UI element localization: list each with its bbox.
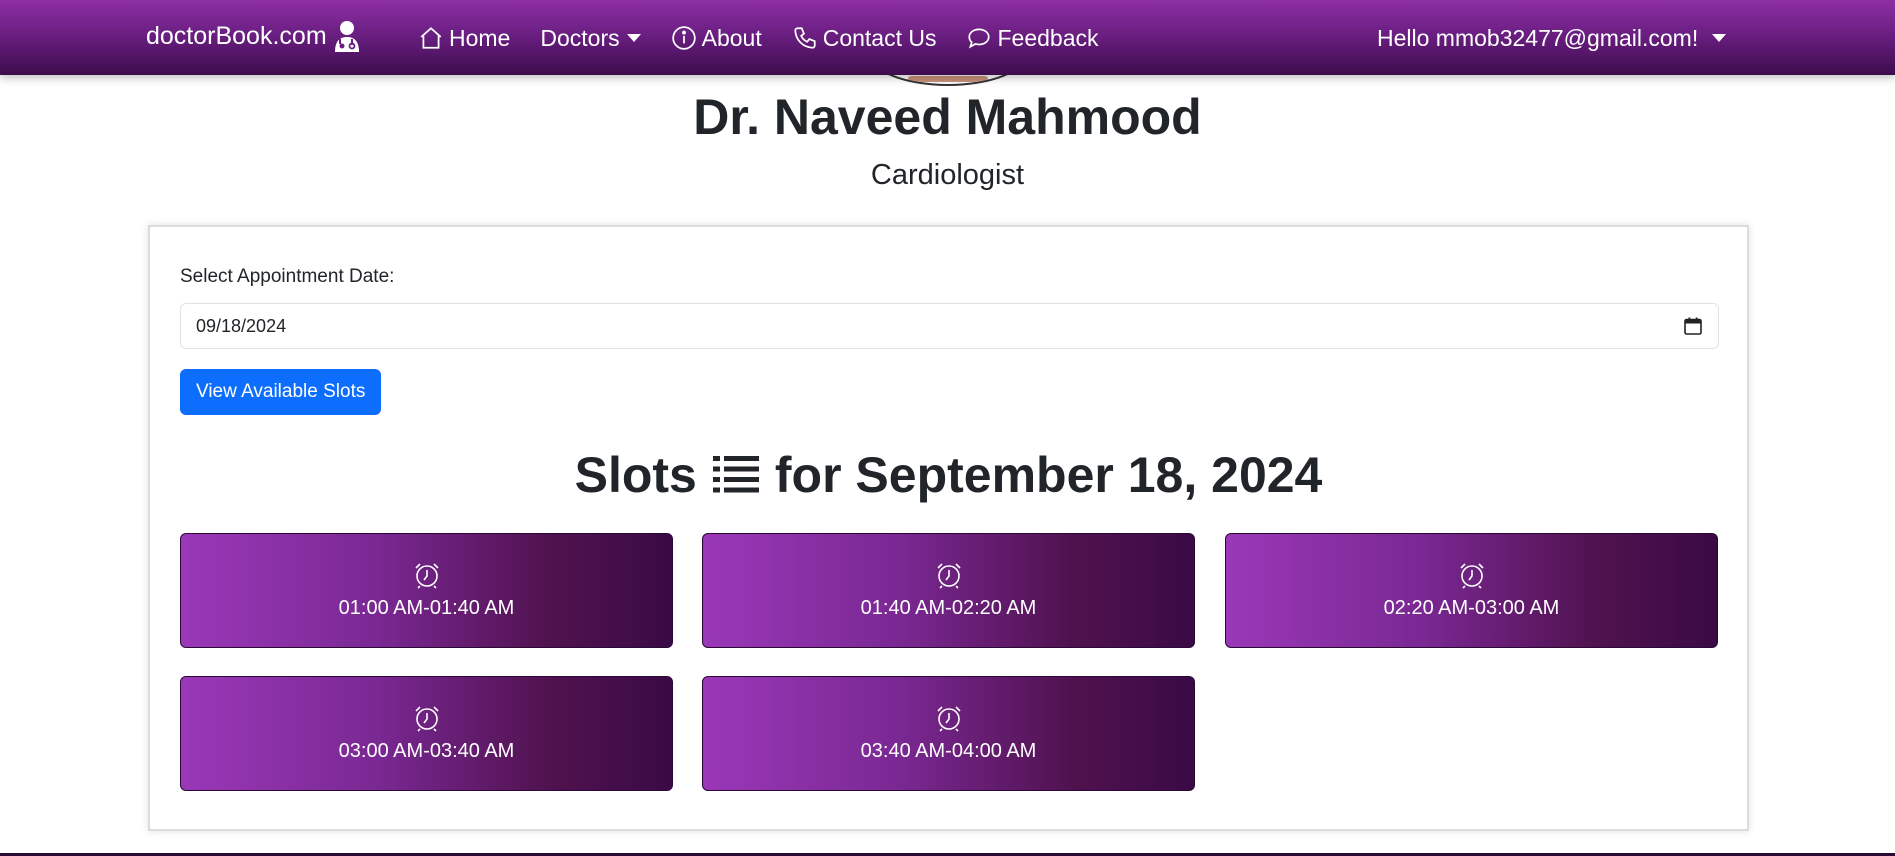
doctor-icon	[334, 21, 359, 52]
nav-doctors-dropdown[interactable]: Doctors	[540, 24, 641, 52]
nav-contact[interactable]: Contact Us	[792, 24, 937, 52]
alarm-clock-icon	[414, 563, 439, 589]
alarm-clock-icon	[414, 706, 439, 732]
doctor-name: Dr. Naveed Mahmood	[693, 89, 1202, 145]
slot-card[interactable]: 01:40 AM-02:20 AM	[702, 533, 1195, 648]
nav-about-label: About	[701, 24, 762, 51]
slot-time: 03:00 AM-03:40 AM	[338, 740, 515, 762]
alarm-clock-icon	[936, 563, 961, 589]
appointment-date-input[interactable]: 09/18/2024	[180, 303, 1719, 349]
nav-feedback[interactable]: Feedback	[966, 24, 1099, 52]
alarm-clock-icon	[1459, 563, 1484, 589]
user-dropdown[interactable]: Hello mmob32477@gmail.com!	[1377, 20, 1727, 56]
nav-home[interactable]: Home	[418, 25, 510, 52]
home-icon	[420, 27, 442, 49]
nav-about[interactable]: About	[671, 25, 762, 52]
alarm-clock-icon	[936, 706, 961, 732]
slot-time: 03:40 AM-04:00 AM	[860, 740, 1037, 762]
slot-card[interactable]: 02:20 AM-03:00 AM	[1225, 533, 1718, 648]
top-navbar: doctorBook.com Home Doctors About Contac…	[0, 0, 1895, 75]
info-icon	[671, 26, 696, 50]
nav-feedback-label: Feedback	[997, 24, 1099, 51]
nav-menu: Home Doctors About Contact Us Feedback	[418, 20, 1129, 56]
slot-card[interactable]: 03:00 AM-03:40 AM	[180, 676, 673, 791]
calendar-icon[interactable]	[1683, 316, 1703, 336]
nav-contact-label: Contact Us	[822, 24, 937, 51]
brand-text: doctorBook.com	[146, 21, 327, 50]
slot-time: 01:00 AM-01:40 AM	[338, 597, 515, 619]
list-icon	[712, 456, 759, 493]
date-label: Select Appointment Date:	[180, 266, 395, 287]
slot-time: 02:20 AM-03:00 AM	[1383, 597, 1560, 619]
slots-heading-suffix: for September 18, 2024	[774, 447, 1323, 503]
slot-card[interactable]: 03:40 AM-04:00 AM	[702, 676, 1195, 791]
doctor-specialty: Cardiologist	[870, 159, 1025, 191]
slots-heading: Slots for September 18, 2024	[150, 446, 1747, 504]
nav-doctors-label: Doctors	[540, 24, 620, 51]
nav-home-label: Home	[449, 24, 511, 51]
view-available-slots-button[interactable]: View Available Slots	[180, 369, 382, 415]
phone-icon	[794, 27, 816, 49]
appointment-card: Select Appointment Date: 09/18/2024 View…	[148, 225, 1749, 831]
date-value: 09/18/2024	[196, 315, 287, 336]
chevron-down-icon	[1712, 34, 1727, 42]
brand-link[interactable]: doctorBook.com	[146, 18, 361, 54]
slot-time: 01:40 AM-02:20 AM	[860, 597, 1037, 619]
chat-icon	[968, 28, 991, 49]
slot-card[interactable]: 01:00 AM-01:40 AM	[180, 533, 673, 648]
chevron-down-icon	[626, 34, 641, 42]
slots-heading-prefix: Slots	[574, 447, 697, 503]
user-greeting: Hello mmob32477@gmail.com!	[1377, 24, 1699, 51]
